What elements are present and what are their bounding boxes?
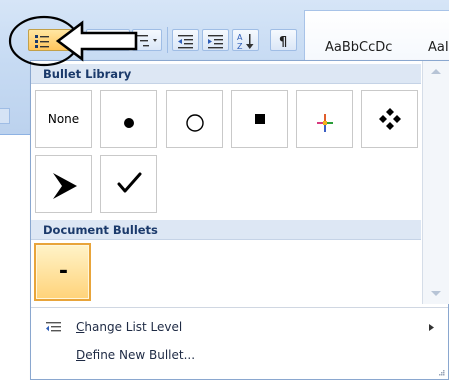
filled-square-bullet-icon bbox=[255, 114, 265, 124]
define-new-bullet-label: Define New Bullet... bbox=[76, 343, 195, 367]
change-list-level-icon bbox=[46, 322, 61, 332]
numbering-icon bbox=[101, 36, 125, 48]
sort-az-top-letter: A bbox=[237, 33, 243, 42]
scroll-down-arrow-icon[interactable] bbox=[428, 288, 444, 300]
bullet-none-label: None bbox=[47, 112, 80, 126]
pilcrow-icon: ¶ bbox=[279, 35, 287, 50]
word-bullets-dropdown-screenshot: A Z ¶ AaBbCcDc AaI Bullet Library None D… bbox=[0, 0, 449, 380]
arrowhead-bullet-icon bbox=[53, 173, 77, 199]
change-list-level-text: hange List Level bbox=[84, 320, 183, 334]
resize-grip-icon[interactable] bbox=[438, 369, 445, 376]
bullet-checkmark-tile[interactable] bbox=[100, 155, 157, 213]
show-hide-button[interactable]: ¶ bbox=[270, 29, 297, 51]
sort-az-icon: A Z bbox=[237, 33, 254, 51]
increase-indent-icon bbox=[208, 35, 223, 49]
define-new-bullet-text: efine New Bullet... bbox=[85, 348, 196, 362]
bullet-arrowhead-tile[interactable] bbox=[35, 155, 92, 213]
sort-button[interactable]: A Z bbox=[232, 29, 259, 51]
gallery-scrollbar[interactable] bbox=[422, 61, 449, 304]
document-bullet-dash-symbol: - bbox=[58, 259, 69, 284]
scroll-up-arrow-icon[interactable] bbox=[428, 65, 444, 77]
style-preview-normal[interactable]: AaBbCcDc bbox=[325, 40, 392, 55]
submenu-arrow-icon bbox=[429, 324, 434, 331]
filled-circle-bullet-icon bbox=[124, 118, 134, 128]
document-bullets-header: Document Bullets bbox=[31, 220, 421, 240]
define-new-bullet-menu-item[interactable]: Define New Bullet... bbox=[31, 343, 448, 367]
document-bullet-dash-tile[interactable]: - bbox=[34, 243, 91, 301]
bullet-hollow-circle-tile[interactable] bbox=[166, 90, 223, 148]
pilcrow-glyph: ¶ bbox=[279, 35, 287, 50]
bullet-colored-diamond-tile[interactable] bbox=[296, 90, 353, 148]
numbering-button[interactable] bbox=[86, 29, 130, 51]
decrease-indent-icon bbox=[178, 35, 193, 49]
bullet-black-diamond-tile[interactable] bbox=[361, 90, 418, 148]
increase-indent-button[interactable] bbox=[202, 29, 229, 51]
bullets-dropdown-panel: Bullet Library None Document Bullets - C… bbox=[30, 60, 449, 380]
bullets-icon bbox=[35, 35, 69, 48]
four-diamond-black-bullet-icon bbox=[379, 108, 401, 130]
four-diamond-colored-bullet-icon bbox=[317, 114, 333, 132]
menu-separator bbox=[31, 307, 448, 308]
bullets-button[interactable] bbox=[28, 29, 72, 51]
ruler-stub bbox=[0, 108, 10, 124]
ribbon-separator bbox=[167, 27, 168, 53]
multilevel-list-icon bbox=[137, 35, 157, 47]
define-new-bullet-accelerator: D bbox=[76, 348, 86, 362]
multilevel-list-button[interactable] bbox=[132, 29, 162, 51]
hollow-circle-bullet-icon bbox=[186, 114, 204, 132]
change-list-level-label: Change List Level bbox=[76, 315, 182, 339]
decrease-indent-button[interactable] bbox=[172, 29, 199, 51]
bullet-filled-circle-tile[interactable] bbox=[100, 90, 157, 148]
change-list-level-menu-item[interactable]: Change List Level bbox=[31, 315, 448, 339]
bullet-filled-square-tile[interactable] bbox=[231, 90, 288, 148]
bullet-library-header: Bullet Library bbox=[31, 64, 421, 84]
style-preview-next[interactable]: AaI bbox=[428, 40, 449, 55]
checkmark-bullet-icon bbox=[117, 172, 142, 193]
bullet-none-tile[interactable]: None bbox=[35, 90, 92, 148]
sort-az-bottom-letter: Z bbox=[237, 42, 243, 51]
